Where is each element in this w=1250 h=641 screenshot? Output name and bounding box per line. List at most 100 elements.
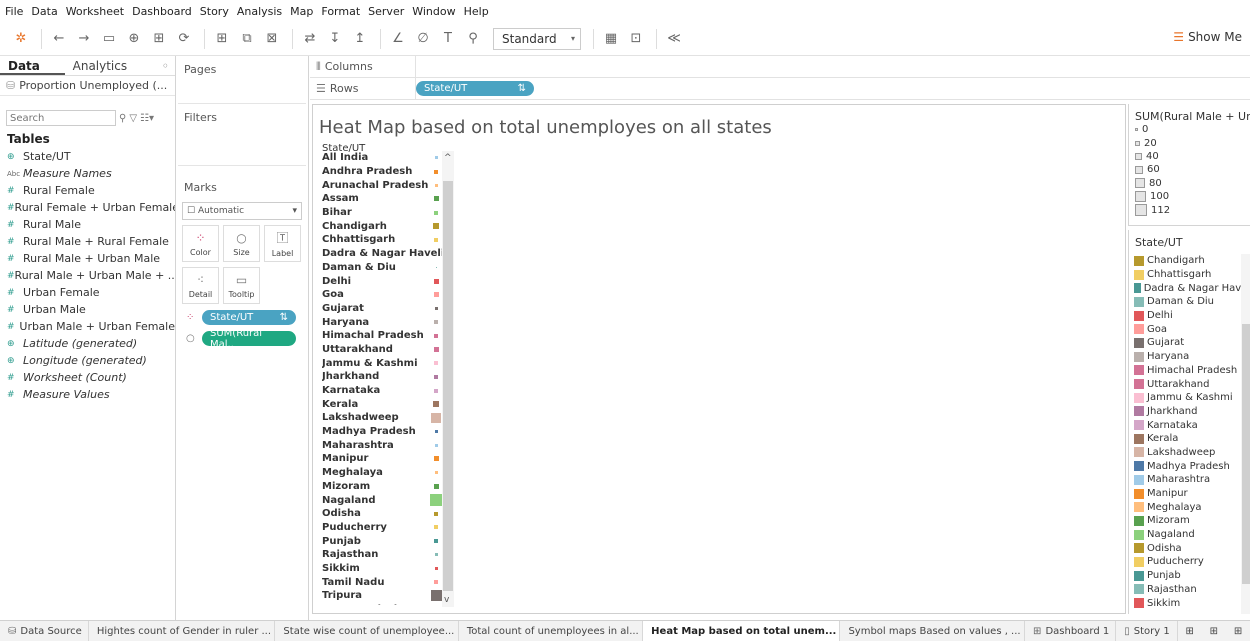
search-input[interactable] [6, 110, 116, 126]
columns-shelf[interactable]: ⦀ Columns [310, 56, 1250, 78]
filters-card[interactable]: Filters [178, 104, 306, 166]
state-mark[interactable] [434, 580, 438, 585]
state-mark[interactable] [434, 388, 438, 393]
color-legend-item[interactable]: Delhi [1129, 309, 1250, 323]
field-item[interactable]: # Measure Values [0, 386, 175, 403]
state-mark[interactable] [433, 292, 439, 298]
state-row[interactable]: Maharashtra [322, 438, 442, 452]
state-row[interactable]: Chhattisgarh [322, 233, 442, 247]
new-worksheet-icon[interactable]: ⊞ [211, 28, 233, 50]
sheet-tab[interactable]: Hightes count of Gender in ruler ... [89, 620, 276, 641]
highlight-icon[interactable]: ∠ [387, 28, 409, 50]
state-mark[interactable] [435, 266, 437, 268]
state-mark[interactable] [434, 471, 438, 475]
state-row[interactable]: Assam [322, 192, 442, 206]
state-row[interactable]: Lakshadweep [322, 411, 442, 425]
scroll-up-icon[interactable]: ^ [444, 153, 452, 163]
state-mark[interactable] [434, 566, 438, 570]
color-legend-item[interactable]: Haryana [1129, 350, 1250, 364]
refresh-icon[interactable]: ⟳ [173, 28, 195, 50]
state-mark[interactable] [434, 361, 438, 366]
field-item[interactable]: # Rural Male + Rural Female [0, 233, 175, 250]
sheet-tab[interactable]: ⛁ Data Source [0, 620, 89, 641]
field-item[interactable]: # Urban Female [0, 284, 175, 301]
legend-scroll-thumb[interactable] [1242, 324, 1250, 584]
mark-type-dropdown[interactable]: ☐ Automatic ▾ [182, 202, 302, 220]
menu-item-dashboard[interactable]: Dashboard [132, 5, 192, 18]
state-mark[interactable] [434, 156, 438, 160]
group-icon[interactable]: ∅ [412, 28, 434, 50]
new-datasource-icon[interactable]: ⊕ [123, 28, 145, 50]
color-legend-item[interactable]: Chandigarh [1129, 254, 1250, 268]
duplicate-sheet-icon[interactable]: ⧉ [236, 28, 258, 50]
state-row[interactable]: Puducherry [322, 521, 442, 535]
sheet-tab[interactable]: Heat Map based on total unem... [643, 620, 841, 641]
state-mark[interactable] [434, 553, 438, 557]
datasource-menu-icon[interactable]: ⊞ [148, 28, 170, 50]
state-row[interactable]: Tamil Nadu [322, 575, 442, 589]
menu-item-worksheet[interactable]: Worksheet [66, 5, 124, 18]
color-legend-item[interactable]: Uttarakhand [1129, 377, 1250, 391]
sheet-tab[interactable]: ⊞ Dashboard 1 [1025, 620, 1117, 641]
color-legend-item[interactable]: Lakshadweep [1129, 446, 1250, 460]
search-icon[interactable]: ⚲ [119, 113, 126, 124]
state-mark[interactable] [433, 456, 439, 462]
state-mark[interactable] [433, 401, 439, 408]
color-legend-item[interactable]: Karnataka [1129, 418, 1250, 432]
state-row[interactable]: Karnataka [322, 384, 442, 398]
state-row[interactable]: Uttar Pradesh [322, 603, 442, 605]
state-row[interactable]: All India [322, 151, 442, 165]
state-mark[interactable] [433, 278, 439, 284]
state-row[interactable]: Gujarat [322, 302, 442, 316]
color-legend-item[interactable]: Jammu & Kashmi [1129, 391, 1250, 405]
state-row[interactable]: Chandigarh [322, 219, 442, 233]
field-item[interactable]: # Rural Female [0, 182, 175, 199]
menu-item-help[interactable]: Help [464, 5, 489, 18]
clear-sheet-icon[interactable]: ⊠ [261, 28, 283, 50]
color-legend-item[interactable]: Himachal Pradesh [1129, 364, 1250, 378]
state-row[interactable]: Jharkhand [322, 370, 442, 384]
forward-arrow-icon[interactable]: → [73, 28, 95, 50]
color-legend-item[interactable]: Goa [1129, 322, 1250, 336]
state-mark[interactable] [431, 412, 441, 423]
state-row[interactable]: Nagaland [322, 493, 442, 507]
sheet-tab[interactable]: Total count of unemployees in al... [459, 620, 644, 641]
state-row[interactable]: Goa [322, 288, 442, 302]
size-button[interactable]: ○ Size [223, 225, 260, 262]
show-cards-icon[interactable]: ▦ [600, 28, 622, 50]
label-icon[interactable]: T [437, 28, 459, 50]
color-legend-item[interactable]: Odisha [1129, 541, 1250, 555]
presentation-mode-icon[interactable]: ⊡ [625, 28, 647, 50]
state-row[interactable]: Punjab [322, 534, 442, 548]
tab-analytics[interactable]: Analytics ◦ [65, 56, 175, 75]
share-icon[interactable]: ≪ [663, 28, 685, 50]
state-mark[interactable] [434, 169, 438, 174]
menu-item-window[interactable]: Window [412, 5, 455, 18]
tableau-logo-icon[interactable]: ✲ [10, 28, 32, 50]
label-button[interactable]: 🅃 Label [264, 225, 301, 262]
color-legend-item[interactable]: Kerala [1129, 432, 1250, 446]
sort-descending-icon[interactable]: ↥ [349, 28, 371, 50]
sheet-tab[interactable]: Symbol maps Based on values , ... [840, 620, 1026, 641]
color-button[interactable]: ⁘ Color [182, 225, 219, 262]
scroll-thumb[interactable] [443, 181, 453, 591]
state-row[interactable]: Tripura [322, 589, 442, 603]
state-row[interactable]: Madhya Pradesh [322, 425, 442, 439]
state-mark[interactable] [430, 494, 442, 507]
state-row[interactable]: Andhra Pradesh [322, 165, 442, 179]
sum-size-pill[interactable]: SUM(Rural Mal.. [202, 328, 296, 350]
color-legend-item[interactable]: Punjab [1129, 569, 1250, 583]
state-row[interactable]: Mizoram [322, 480, 442, 494]
field-item[interactable]: Abc Measure Names [0, 165, 175, 182]
state-mark[interactable] [434, 430, 438, 434]
color-legend-item[interactable]: Gujarat [1129, 336, 1250, 350]
state-mark[interactable] [434, 306, 438, 310]
menu-item-map[interactable]: Map [290, 5, 313, 18]
state-mark[interactable] [434, 320, 438, 325]
color-legend-item[interactable]: Jharkhand [1129, 405, 1250, 419]
state-row[interactable]: Uttarakhand [322, 343, 442, 357]
state-mark[interactable] [433, 346, 439, 352]
state-row[interactable]: Sikkim [322, 562, 442, 576]
color-legend-item[interactable]: Daman & Diu [1129, 295, 1250, 309]
legend-scrollbar[interactable] [1241, 254, 1250, 614]
